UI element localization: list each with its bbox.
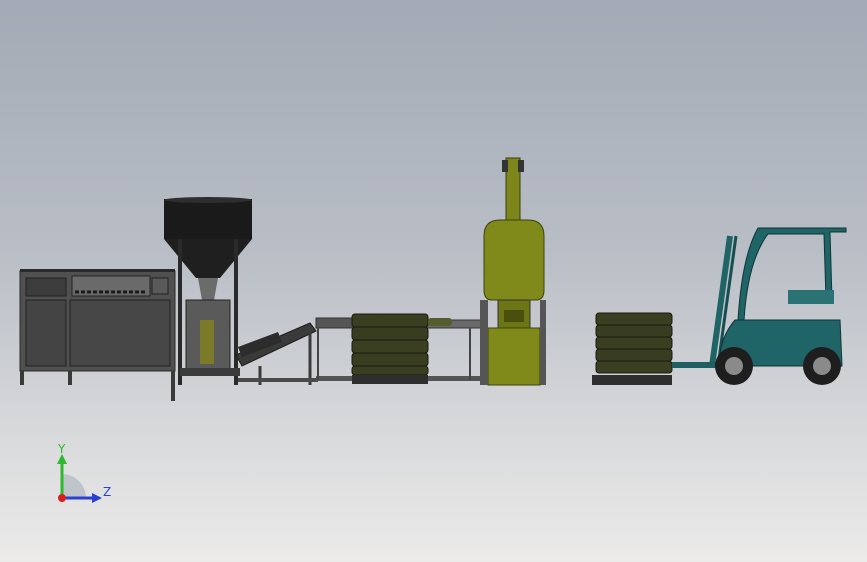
x-axis-dot [58,494,66,502]
palletizing-robot[interactable] [480,157,546,386]
bag-pallet-stack[interactable] [351,313,452,384]
cad-scene[interactable] [0,0,867,562]
forklift[interactable] [672,227,847,385]
bagging-machine[interactable] [19,269,176,401]
inclined-conveyor[interactable] [235,322,318,385]
cad-viewport[interactable]: Y Z [0,0,867,562]
z-axis-label: Z [103,485,112,499]
finished-pallet[interactable] [592,312,673,385]
y-axis-label: Y [58,442,66,456]
